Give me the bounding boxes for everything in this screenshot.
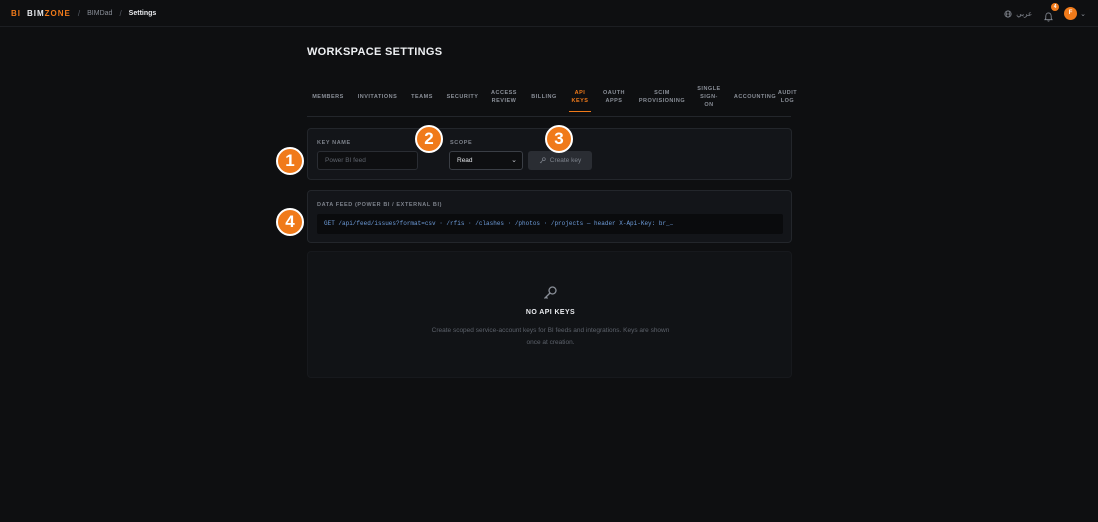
breadcrumb-current: Settings bbox=[128, 9, 157, 17]
tab-api-keys[interactable]: API KEYS bbox=[569, 78, 591, 116]
scope-selected-value: Read bbox=[457, 157, 473, 164]
chevron-down-icon: ⌄ bbox=[511, 157, 517, 164]
tab-audit-log[interactable]: AUDIT LOG bbox=[778, 78, 797, 116]
create-key-button[interactable]: Create key bbox=[528, 151, 592, 170]
tab-teams[interactable]: TEAMS bbox=[408, 78, 436, 116]
logo-name-part-a: BIM bbox=[27, 8, 45, 18]
tab-access-review[interactable]: ACCESS REVIEW bbox=[489, 78, 519, 116]
tab-oauth-apps[interactable]: OAUTH APPS bbox=[599, 78, 629, 116]
notification-count-badge: 4 bbox=[1051, 2, 1060, 11]
user-avatar[interactable]: F bbox=[1064, 7, 1078, 20]
bell-icon bbox=[1044, 12, 1053, 21]
annotation-marker-1: 1 bbox=[276, 147, 304, 175]
chevron-down-icon[interactable]: ⌄ bbox=[1080, 10, 1086, 18]
key-name-input[interactable]: Power BI feed bbox=[317, 151, 418, 170]
api-keys-empty-state: NO API KEYS Create scoped service-accoun… bbox=[307, 251, 792, 378]
key-icon bbox=[544, 286, 557, 299]
language-label: عربي bbox=[1016, 10, 1033, 18]
language-switcher[interactable]: عربي bbox=[1004, 9, 1033, 18]
logo-name-part-b: ZONE bbox=[44, 8, 71, 18]
data-feed-code[interactable]: GET /api/feed/issues?format=csv · /rfis … bbox=[317, 214, 783, 234]
tab-security[interactable]: SECURITY bbox=[445, 78, 480, 116]
tab-invitations[interactable]: INVITATIONS bbox=[356, 78, 399, 116]
tab-accounting[interactable]: ACCOUNTING bbox=[733, 78, 777, 116]
brand-logo[interactable]: BI BIM ZONE bbox=[11, 9, 71, 18]
tab-members[interactable]: MEMBERS bbox=[307, 78, 349, 116]
annotation-marker-4: 4 bbox=[276, 208, 304, 236]
tab-single-sign-on[interactable]: SINGLE SIGN- ON bbox=[695, 78, 723, 116]
annotation-marker-3: 3 bbox=[545, 125, 573, 153]
key-name-label: KEY NAME bbox=[317, 140, 351, 146]
data-feed-label: DATA FEED (POWER BI / EXTERNAL BI) bbox=[317, 202, 443, 208]
empty-state-description: Create scoped service-account keys for B… bbox=[431, 327, 670, 346]
settings-tabs: MEMBERS INVITATIONS TEAMS SECURITY ACCES… bbox=[307, 78, 797, 117]
top-bar: BI BIM ZONE / BIMDad / Settings عربي 4 F … bbox=[0, 0, 1098, 27]
tab-billing[interactable]: BILLING bbox=[528, 78, 560, 116]
data-feed-card: DATA FEED (POWER BI / EXTERNAL BI) GET /… bbox=[307, 190, 792, 243]
breadcrumb-workspace[interactable]: BIMDad bbox=[87, 10, 112, 17]
top-right-controls: عربي 4 F ⌄ bbox=[1004, 0, 1086, 27]
tab-scim-provisioning[interactable]: SCIM PROVISIONING bbox=[637, 78, 687, 116]
breadcrumb-separator: / bbox=[77, 8, 81, 18]
page-title: WORKSPACE SETTINGS bbox=[307, 46, 443, 58]
breadcrumb-separator: / bbox=[119, 8, 122, 18]
scope-label: SCOPE bbox=[450, 140, 473, 146]
create-key-label: Create key bbox=[549, 157, 582, 164]
annotation-marker-2: 2 bbox=[415, 125, 443, 153]
logo-mark: BI bbox=[11, 8, 21, 18]
notifications-button[interactable]: 4 bbox=[1044, 2, 1060, 21]
empty-state-title: NO API KEYS bbox=[525, 309, 576, 316]
key-icon bbox=[539, 157, 546, 164]
scope-select[interactable]: Read ⌄ bbox=[449, 151, 523, 170]
globe-icon bbox=[1004, 9, 1012, 18]
